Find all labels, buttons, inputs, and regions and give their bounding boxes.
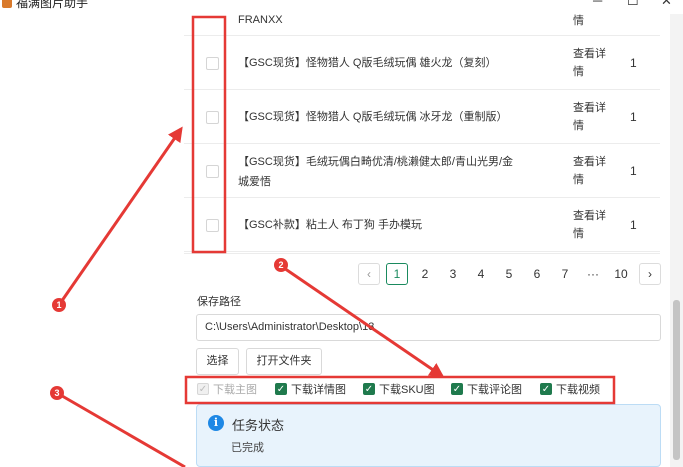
page-button[interactable]: 2 [414,263,436,285]
table-row: 【GSC现货】怪物猎人 Q版毛绒玩偶 冰牙龙（重制版） 查看详 情 1 [184,90,660,144]
checkbox-checked-icon: ✓ [540,383,552,395]
annotation-badge-3: 3 [50,386,64,400]
detail-link-line: 情 [573,120,584,132]
page-button[interactable]: 4 [470,263,492,285]
checkbox-checked-disabled-icon: ✓ [197,383,209,395]
table-row: 【GSC补款】粘土人 布丁狗 手办模玩 查看详 情 1 [184,198,660,252]
option-main-image[interactable]: ✓ 下载主图 [197,382,261,398]
next-page-button[interactable]: › [639,263,661,285]
open-folder-button[interactable]: 打开文件夹 [246,348,322,375]
task-status-text: 已完成 [231,442,264,454]
option-label: 下载视频 [556,384,600,396]
page-button[interactable]: 7 [554,263,576,285]
page-button[interactable]: 10 [610,263,632,285]
product-name: 【GSC现货】怪物猎人 Q版毛绒玩偶 冰牙龙（重制版） [238,111,508,123]
option-sku-images[interactable]: ✓ 下载SKU图 [363,382,439,398]
save-path-input[interactable]: C:\Users\Administrator\Desktop\13 [196,314,661,341]
detail-link-line: 情 [573,228,584,240]
row-checkbox[interactable] [206,111,219,124]
option-detail-images[interactable]: ✓ 下载详情图 [275,382,351,398]
checkbox-checked-icon: ✓ [451,383,463,395]
product-table: FRANXX 情 【GSC现货】怪物猎人 Q版毛绒玩偶 雄火龙（复刻） 查看详 … [184,14,660,254]
info-icon: i [208,415,224,431]
product-name: 【GSC补款】粘土人 布丁狗 手办模玩 [238,219,422,231]
page-button[interactable]: 5 [498,263,520,285]
product-name: 【GSC现货】毛绒玩偶白畸优清/桃濑健太郎/青山光男/金 城爱悟 [238,152,528,192]
task-status-panel: i 任务状态 已完成 [196,404,661,467]
checkbox-checked-icon: ✓ [275,383,287,395]
detail-link-line: 查看详 [573,156,606,168]
option-videos[interactable]: ✓ 下载视频 [540,382,604,398]
option-review-images[interactable]: ✓ 下载评论图 [451,382,527,398]
detail-link[interactable]: 查看详 情 [573,207,613,243]
task-status-title: 任务状态 [232,418,285,433]
option-label: 下载评论图 [467,384,522,396]
prev-page-button[interactable]: ‹ [358,263,380,285]
row-checkbox[interactable] [206,57,219,70]
quantity: 1 [630,164,637,178]
quantity: 1 [630,218,637,232]
scrollbar-thumb[interactable] [673,300,680,460]
table-row: FRANXX 情 [184,0,660,36]
option-label: 下载SKU图 [379,384,435,396]
detail-link-line: 查看详 [573,102,606,114]
product-name: FRANXX [238,14,283,26]
product-name-line: 【GSC现货】毛绒玩偶白畸优清/桃濑健太郎/青山光男/金 [238,156,514,168]
window-title: 福满图片助手 [16,0,89,10]
option-label: 下载详情图 [291,384,346,396]
detail-link[interactable]: 查看详 情 [573,153,613,189]
table-row: 【GSC现货】毛绒玩偶白畸优清/桃濑健太郎/青山光男/金 城爱悟 查看详 情 1 [184,144,660,198]
page-button[interactable]: 6 [526,263,548,285]
product-name: 【GSC现货】怪物猎人 Q版毛绒玩偶 雄火龙（复刻） [238,57,497,69]
detail-link[interactable]: 情 [573,12,613,30]
checkbox-checked-icon: ✓ [363,383,375,395]
page-ellipsis[interactable]: ··· [582,263,604,285]
quantity: 1 [630,110,637,124]
detail-link-line: 情 [573,174,584,186]
left-pane [0,14,184,467]
save-path-label: 保存路径 [197,296,241,308]
annotation-badge-1: 1 [52,298,66,312]
option-label: 下载主图 [213,384,257,396]
detail-link-line: 情 [573,66,584,78]
detail-link-line: 查看详 [573,210,606,222]
quantity: 1 [630,56,637,70]
detail-link-line: 查看详 [573,48,606,60]
row-checkbox[interactable] [206,219,219,232]
close-icon[interactable]: ✕ [661,0,672,9]
detail-link[interactable]: 查看详 情 [573,99,613,135]
row-checkbox[interactable] [206,165,219,178]
app-logo-icon [2,0,12,8]
table-row: 【GSC现货】怪物猎人 Q版毛绒玩偶 雄火龙（复刻） 查看详 情 1 [184,36,660,90]
product-name-line: 城爱悟 [238,176,271,188]
select-path-button[interactable]: 选择 [196,348,239,375]
annotation-badge-2: 2 [274,258,288,272]
page-button[interactable]: 3 [442,263,464,285]
detail-link[interactable]: 查看详 情 [573,45,613,81]
page-button-current[interactable]: 1 [386,263,408,285]
